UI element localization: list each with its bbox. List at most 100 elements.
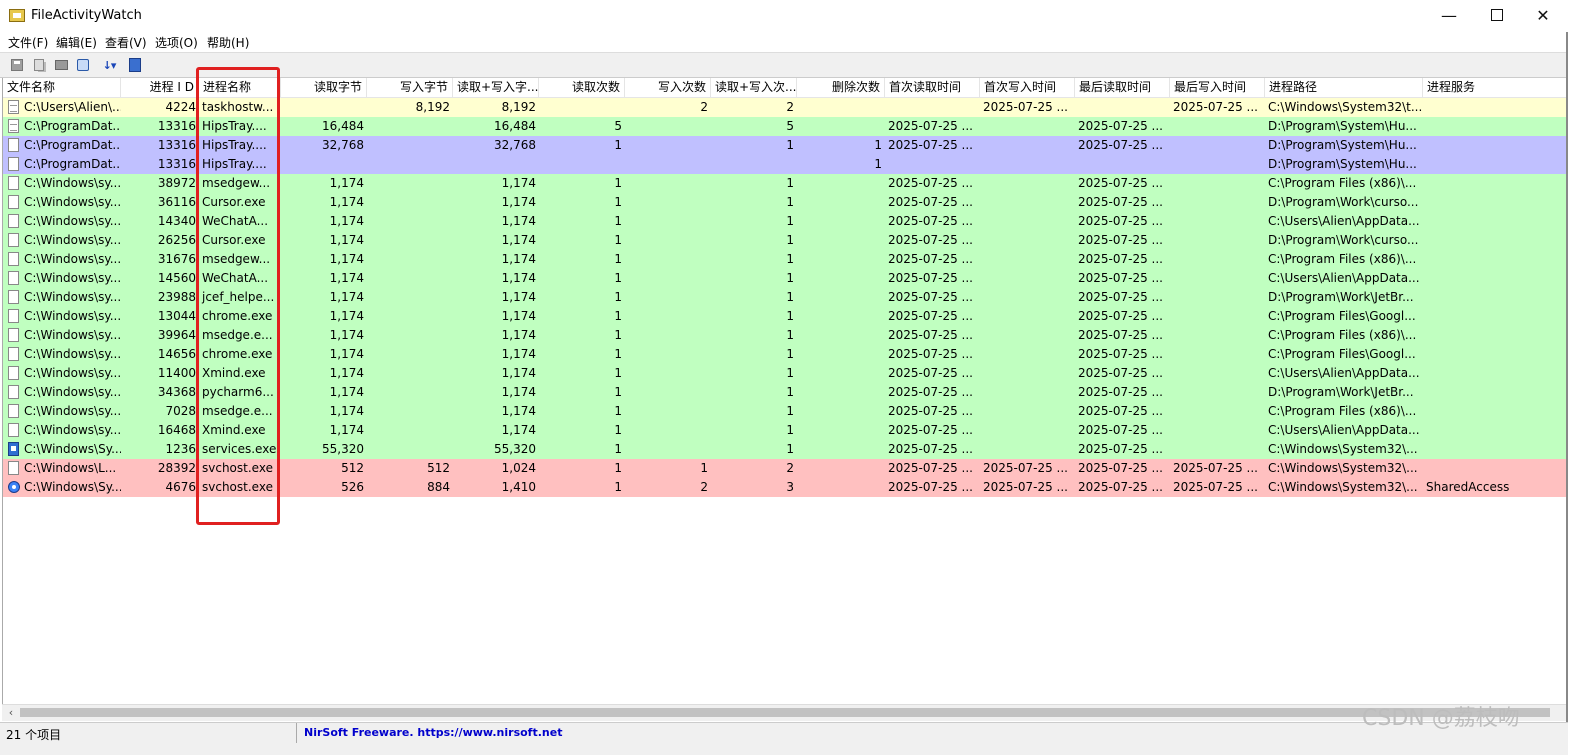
menu-options[interactable]: 选项(O): [155, 34, 198, 51]
table-row[interactable]: C:\ProgramDat... 13316 HipsTray.... 16,484 1…: [3, 117, 1569, 136]
table-row[interactable]: C:\Windows\sy... 34368 pycharm6... 1,174 1,1…: [3, 383, 1569, 402]
column-header-read-count[interactable]: 读取次数: [539, 78, 625, 97]
file-icon: [8, 347, 19, 361]
cell-first-write-time: [980, 174, 1075, 193]
table-row[interactable]: C:\ProgramDat... 13316 HipsTray.... 32,768 3…: [3, 136, 1569, 155]
table-row[interactable]: C:\Windows\sy... 14340 WeChatA... 1,174 1,17…: [3, 212, 1569, 231]
cell-read-write-count: 1: [786, 214, 794, 228]
properties-button[interactable]: [52, 56, 70, 74]
horizontal-scrollbar[interactable]: ‹: [2, 704, 1568, 721]
cell-last-write-time: [1170, 269, 1265, 288]
copy-button[interactable]: [30, 56, 48, 74]
column-header-process-path[interactable]: 进程路径: [1265, 78, 1423, 97]
table-row[interactable]: C:\Windows\sy... 14560 WeChatA... 1,174 1,17…: [3, 269, 1569, 288]
cell-process-id: 13044: [157, 309, 196, 323]
find-icon: [77, 59, 89, 71]
save-button[interactable]: [8, 56, 26, 74]
cell-file-name: C:\Users\Alien\...: [24, 100, 121, 114]
cell-read-write-bytes: 1,174: [501, 176, 536, 190]
cell-file-name: C:\Windows\Sy...: [24, 480, 121, 494]
cell-read-write-bytes: 1,024: [501, 461, 536, 475]
cell-read-bytes: 512: [341, 461, 364, 475]
column-header-read-write-count[interactable]: 读取+写入次...: [711, 78, 797, 97]
table-row[interactable]: C:\Windows\L... 28392 svchost.exe 512 512 1,0…: [3, 459, 1569, 478]
column-header-process-name[interactable]: 进程名称: [199, 78, 281, 97]
title-bar[interactable]: FileActivityWatch — ✕: [0, 0, 1568, 32]
table-row[interactable]: C:\Windows\sy... 7028 msedge.e... 1,174 1,17…: [3, 402, 1569, 421]
table-row[interactable]: C:\Windows\sy... 31676 msedgew... 1,174 1,17…: [3, 250, 1569, 269]
cell-process-id: 7028: [165, 404, 196, 418]
table-row[interactable]: C:\Users\Alien\... 4224 taskhostw... 8,192 8…: [3, 98, 1569, 117]
cell-write-bytes: [367, 383, 453, 402]
file-icon: [8, 271, 19, 285]
scroll-thumb[interactable]: [20, 708, 1550, 717]
sort-button[interactable]: ↓▾: [96, 56, 122, 74]
cell-read-write-count: 2: [786, 100, 794, 114]
scroll-left-icon[interactable]: ‹: [4, 705, 18, 721]
cell-process-service: [1423, 98, 1569, 117]
column-header-last-write-time[interactable]: 最后写入时间: [1170, 78, 1265, 97]
column-header-process-id[interactable]: 进程 I D: [121, 78, 199, 97]
table-row[interactable]: C:\Windows\sy... 16468 Xmind.exe 1,174 1,174…: [3, 421, 1569, 440]
table-row[interactable]: C:\Windows\Sy... 4676 svchost.exe 526 884 1,4…: [3, 478, 1569, 497]
table-row[interactable]: C:\Windows\sy... 23988 jcef_helpe... 1,174 1…: [3, 288, 1569, 307]
column-header-read-bytes[interactable]: 读取字节: [281, 78, 367, 97]
cell-first-read-time: 2025-07-25 ...: [888, 138, 973, 152]
cell-write-count: [625, 364, 711, 383]
column-header-first-write-time[interactable]: 首次写入时间: [980, 78, 1075, 97]
table-row[interactable]: C:\Windows\Sy... 1236 services.exe 55,320 55…: [3, 440, 1569, 459]
menu-view[interactable]: 查看(V): [105, 34, 147, 51]
menu-file[interactable]: 文件(F): [8, 34, 48, 51]
cell-file-name: C:\Windows\sy...: [24, 233, 121, 247]
cell-first-write-time: [980, 155, 1075, 174]
column-header-first-read-time[interactable]: 首次读取时间: [885, 78, 980, 97]
cell-read-count: 1: [614, 480, 622, 494]
table-row[interactable]: C:\Windows\sy... 14656 chrome.exe 1,174 1,17…: [3, 345, 1569, 364]
table-row[interactable]: C:\Windows\sy... 13044 chrome.exe 1,174 1,17…: [3, 307, 1569, 326]
cell-read-write-count: 5: [786, 119, 794, 133]
column-header-last-read-time[interactable]: 最后读取时间: [1075, 78, 1170, 97]
cell-first-write-time: [980, 440, 1075, 459]
cell-delete-count: [797, 288, 885, 307]
column-header-delete-count[interactable]: 删除次数: [797, 78, 885, 97]
cell-file-name: C:\Windows\Sy...: [24, 442, 121, 456]
column-header-read-write-bytes[interactable]: 读取+写入字...: [453, 78, 539, 97]
minimize-button[interactable]: —: [1426, 0, 1472, 32]
cell-file-name: C:\Windows\sy...: [24, 271, 121, 285]
cell-last-read-time: 2025-07-25 ...: [1078, 309, 1163, 323]
column-header-write-count[interactable]: 写入次数: [625, 78, 711, 97]
exit-button[interactable]: [126, 56, 144, 74]
cell-last-read-time: 2025-07-25 ...: [1078, 119, 1163, 133]
menu-help[interactable]: 帮助(H): [207, 34, 249, 51]
cell-process-id: 13316: [157, 157, 196, 171]
close-button[interactable]: ✕: [1520, 0, 1566, 32]
maximize-button[interactable]: [1474, 0, 1520, 32]
cell-delete-count: 1: [874, 157, 882, 171]
table-row[interactable]: C:\Windows\sy... 39964 msedge.e... 1,174 1,1…: [3, 326, 1569, 345]
cell-process-id: 34368: [157, 385, 196, 399]
table-row[interactable]: C:\ProgramDat... 13316 HipsTray.... 1 D:\Pro…: [3, 155, 1569, 174]
cell-process-path: D:\Program\Work\JetBr...: [1268, 290, 1414, 304]
find-button[interactable]: [74, 56, 92, 74]
table-row[interactable]: C:\Windows\sy... 36116 Cursor.exe 1,174 1,17…: [3, 193, 1569, 212]
column-header-process-service[interactable]: 进程服务: [1423, 78, 1569, 97]
menu-edit[interactable]: 编辑(E): [56, 34, 97, 51]
column-header-file-name[interactable]: 文件名称: [3, 78, 121, 97]
menu-bar: 文件(F) 编辑(E) 查看(V) 选项(O) 帮助(H): [0, 32, 1568, 52]
cell-delete-count: [797, 212, 885, 231]
file-icon: [8, 290, 19, 304]
column-header-write-bytes[interactable]: 写入字节: [367, 78, 453, 97]
table-row[interactable]: C:\Windows\sy... 11400 Xmind.exe 1,174 1,174…: [3, 364, 1569, 383]
cell-write-count: 1: [700, 461, 708, 475]
table-row[interactable]: C:\Windows\sy... 38972 msedgew... 1,174 1,17…: [3, 174, 1569, 193]
cell-process-path: C:\Users\Alien\AppData...: [1268, 214, 1420, 228]
column-header-bar: 文件名称 进程 I D 进程名称 读取字节 写入字节 读取+写入字... 读取次数 写入次数读…: [3, 78, 1569, 98]
file-activity-list[interactable]: 文件名称 进程 I D 进程名称 读取字节 写入字节 读取+写入字... 读取次数 写入次数读…: [2, 78, 1569, 704]
table-row[interactable]: C:\Windows\sy... 26256 Cursor.exe 1,174 1,17…: [3, 231, 1569, 250]
cell-read-write-bytes: 1,174: [501, 366, 536, 380]
cell-process-name: WeChatA...: [202, 214, 269, 228]
cell-process-name: HipsTray....: [202, 119, 267, 133]
nirsoft-link[interactable]: NirSoft Freeware. https://www.nirsoft.ne…: [304, 726, 562, 739]
status-bar: 21 个项目 NirSoft Freeware. https://www.nir…: [0, 722, 1568, 755]
cell-first-read-time: 2025-07-25 ...: [888, 480, 973, 494]
